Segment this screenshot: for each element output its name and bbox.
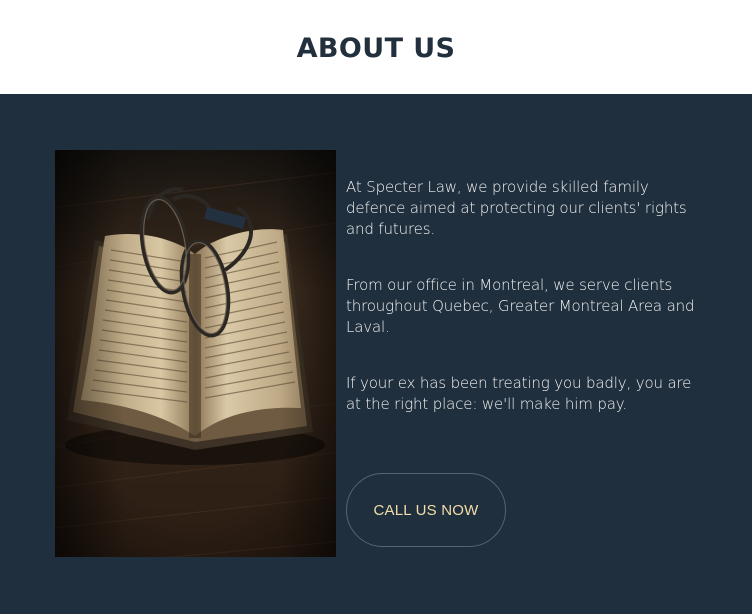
open-book-with-glasses-photo bbox=[55, 150, 336, 557]
about-paragraph: From our office in Montreal, we serve cl… bbox=[346, 276, 695, 336]
book-glasses-image bbox=[55, 150, 336, 557]
page-title: ABOUT US bbox=[296, 33, 456, 64]
about-text: At Specter Law, we provide skilled famil… bbox=[346, 177, 698, 415]
about-paragraph: At Specter Law, we provide skilled famil… bbox=[346, 178, 687, 238]
about-paragraph: If your ex has been treating you badly, … bbox=[346, 374, 692, 413]
call-us-now-button[interactable]: CALL US NOW bbox=[346, 473, 506, 547]
page-header: ABOUT US bbox=[0, 0, 752, 94]
about-section: At Specter Law, we provide skilled famil… bbox=[0, 94, 752, 614]
page: ABOUT US At Specter Law, we provide skil… bbox=[0, 0, 752, 614]
